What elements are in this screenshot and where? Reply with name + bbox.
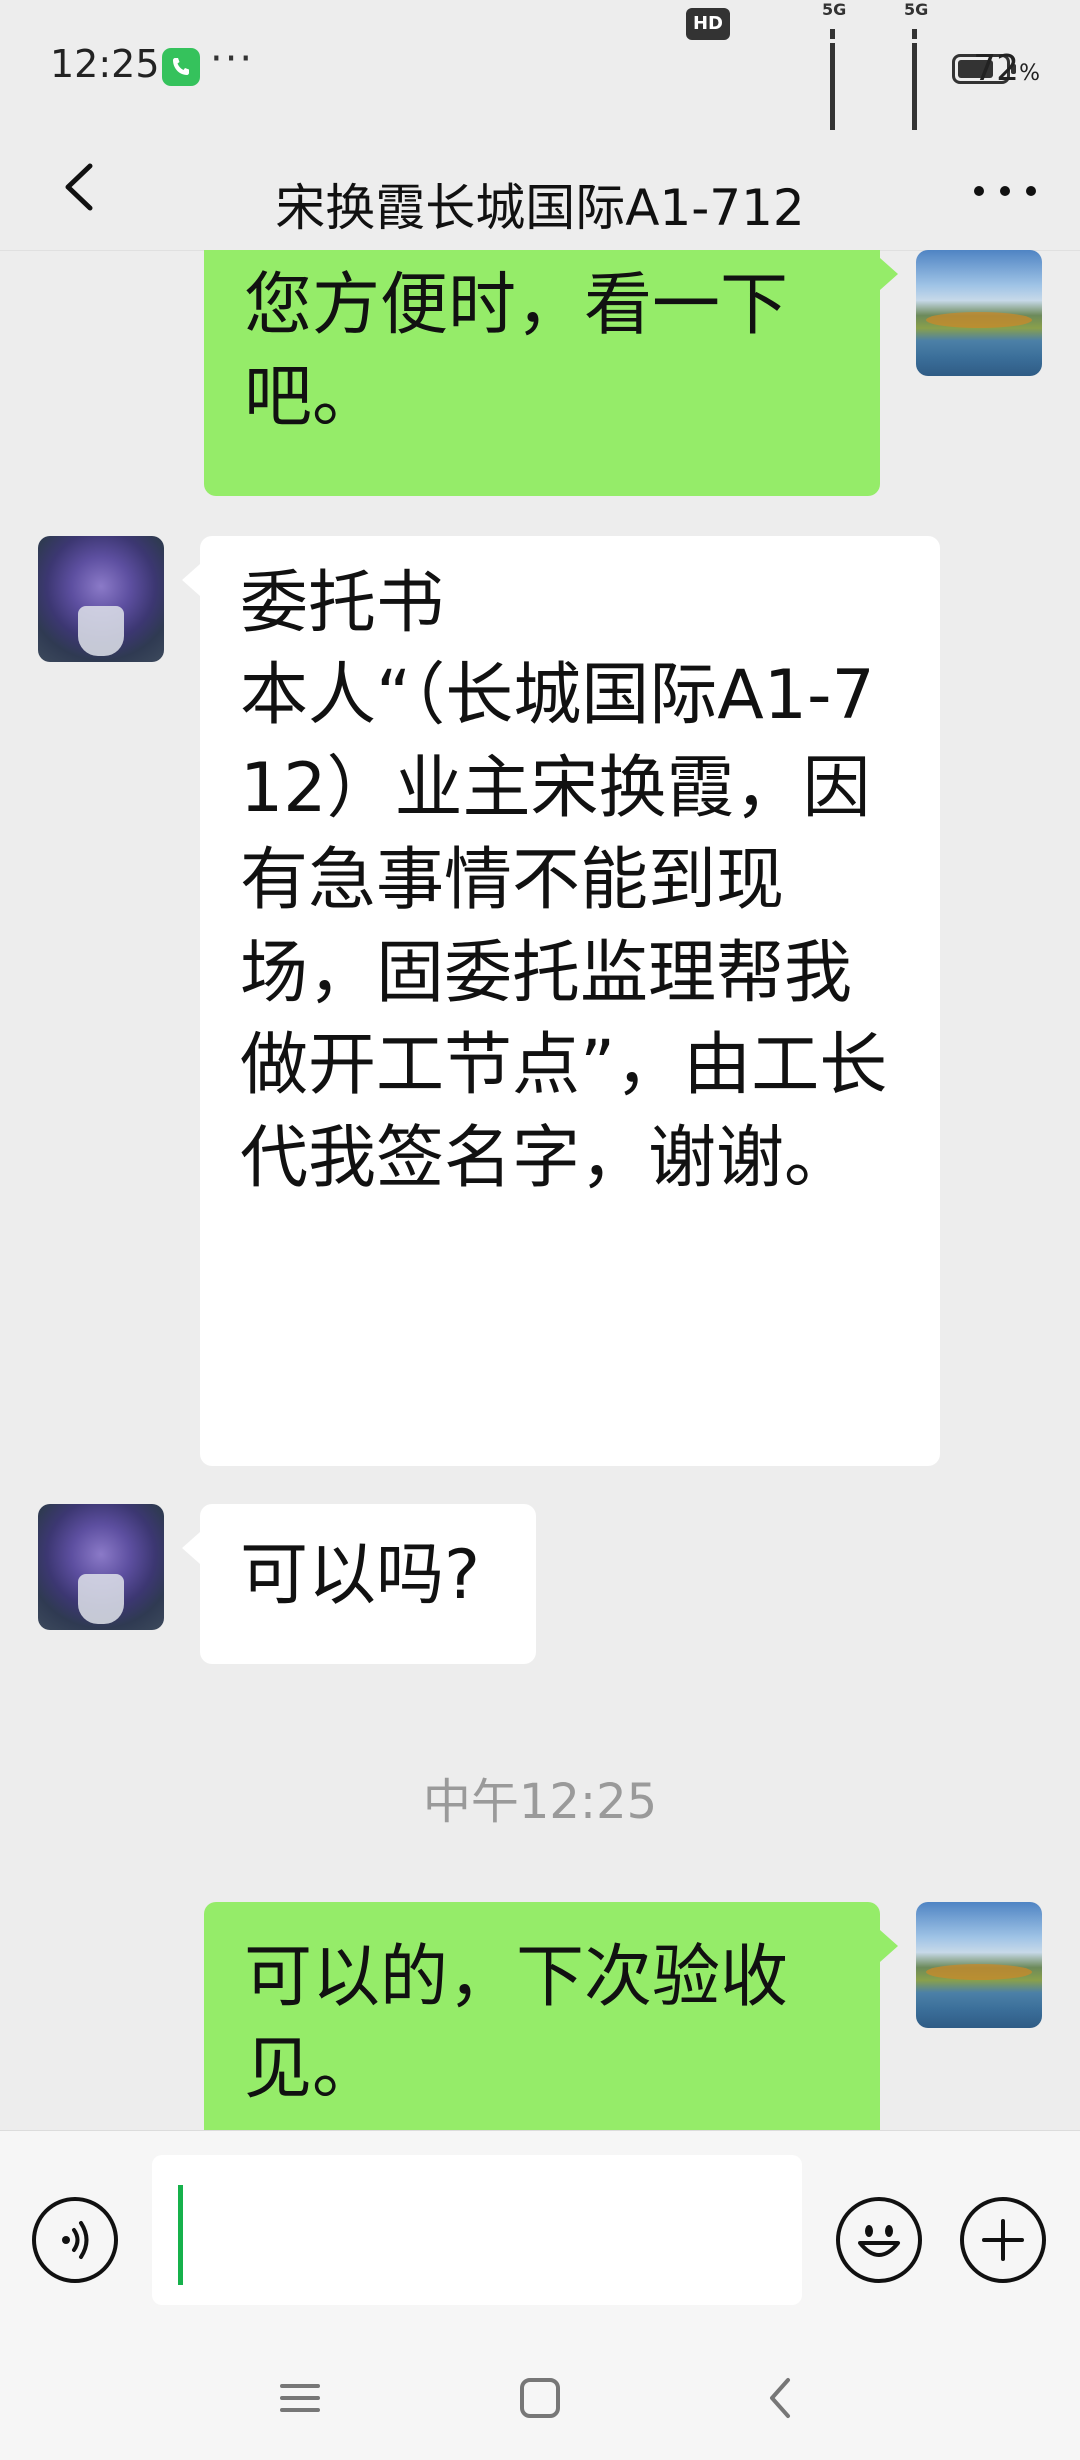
system-navigation-bar [0,2330,1080,2460]
system-back-button[interactable] [750,2368,810,2428]
emoji-icon [858,2225,900,2257]
voice-icon [62,2221,89,2259]
self-avatar[interactable] [916,1902,1042,2028]
hd-voice-badge: HD [686,8,730,40]
self-avatar[interactable] [916,250,1042,376]
chat-title: 宋换霞长城国际A1-712 [275,179,805,237]
message-input[interactable] [152,2155,802,2305]
contact-avatar[interactable] [38,1504,164,1630]
timestamp-divider: 中午12:25 [422,1774,658,1830]
chat-header: 宋换霞长城国际A1-712 [0,130,1080,251]
back-icon [770,2378,790,2418]
more-actions-button[interactable] [960,2197,1046,2283]
input-bar [0,2130,1080,2331]
contact-avatar[interactable] [38,536,164,662]
more-options-button[interactable] [970,166,1040,216]
status-bar: 12:25 ··· HD 5G 5G 72% [0,0,1080,134]
voice-input-button[interactable] [32,2197,118,2283]
battery-percent: 72% [973,48,1040,89]
message-bubble-other[interactable]: 可以吗? [182,1504,536,1664]
more-dots-icon [974,186,984,196]
system-menu-button[interactable] [270,2368,330,2428]
system-home-button[interactable] [510,2368,570,2428]
status-time: 12:25 [50,42,160,86]
message-bubble-self[interactable]: 您方便时，看一下吧。 [204,250,898,496]
message-list[interactable]: 您方便时，看一下吧。 委托书 本人“（长城国际A1-712）业主宋换霞，因有急事… [0,250,1080,2130]
phone-call-icon [162,48,200,86]
home-icon [520,2378,560,2418]
menu-icon [280,2384,320,2412]
message-bubble-other[interactable]: 委托书 本人“（长城国际A1-712）业主宋换霞，因有急事情不能到现场，固委托监… [182,536,940,1466]
plus-icon [982,2219,1024,2261]
message-bubble-self[interactable]: 可以的，下次验收见。 [204,1902,898,2130]
notification-more-indicator: ··· [210,36,255,82]
emoji-button[interactable] [836,2197,922,2283]
text-caret [178,2185,183,2285]
